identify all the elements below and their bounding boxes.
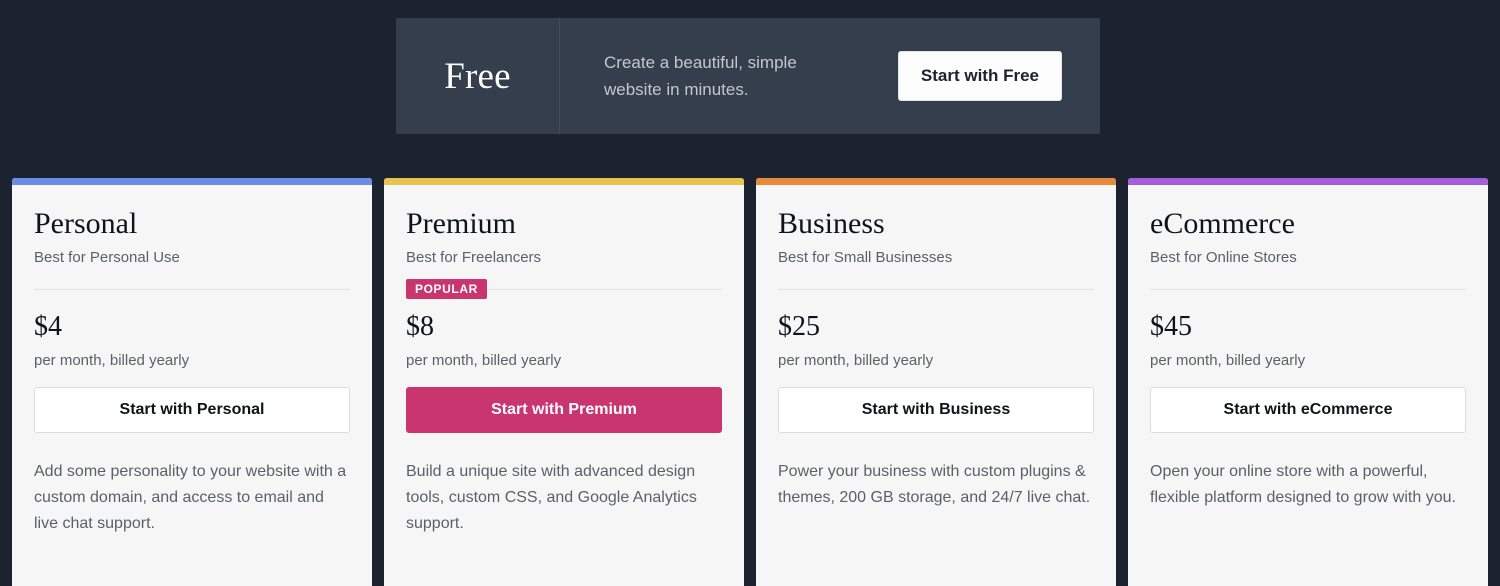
plan-cta-wrap-premium: Start with Premium [384,369,744,433]
plan-billing-ecommerce: per month, billed yearly [1150,351,1306,369]
plan-price-block-personal: $4 per month, billed yearly [12,290,372,369]
plan-name-personal: Personal [34,207,138,240]
plan-name-ecommerce: eCommerce [1150,207,1295,240]
plan-name-business: Business [778,207,885,240]
plan-cta-wrap-business: Start with Business [756,369,1116,433]
plan-accent-bar-personal [12,178,372,185]
free-plan-title-section: Free [396,18,560,134]
plan-cta-wrap-personal: Start with Personal [12,369,372,433]
plan-tagline-personal: Best for Personal Use [34,249,180,266]
plan-price-business: $25 [778,311,820,342]
start-with-ecommerce-button[interactable]: Start with eCommerce [1150,386,1466,433]
plan-header-business: Business Best for Small Businesses [756,185,1116,290]
plan-card-premium[interactable]: Premium Best for Freelancers POPULAR $8 … [384,178,744,586]
plan-header-ecommerce: eCommerce Best for Online Stores [1128,185,1488,290]
plan-header-premium: Premium Best for Freelancers [384,185,744,290]
popular-badge: POPULAR [406,279,487,299]
plan-price-block-ecommerce: $45 per month, billed yearly [1128,290,1488,369]
plan-card-ecommerce[interactable]: eCommerce Best for Online Stores $45 per… [1128,178,1488,586]
plan-price-personal: $4 [34,311,62,342]
free-plan-content-section: Create a beautiful, simple website in mi… [560,18,1100,134]
free-plan-title: Free [444,55,511,97]
plan-card-business[interactable]: Business Best for Small Businesses $25 p… [756,178,1116,586]
plan-accent-bar-premium [384,178,744,185]
plan-header-personal: Personal Best for Personal Use [12,185,372,290]
plan-price-block-business: $25 per month, billed yearly [756,290,1116,369]
plan-divider-personal [34,289,350,290]
plan-accent-bar-ecommerce [1128,178,1488,185]
free-plan-banner: Free Create a beautiful, simple website … [396,18,1100,134]
plan-description-premium: Build a unique site with advanced design… [406,462,697,533]
plan-divider-ecommerce [1150,289,1466,290]
plan-description-business: Power your business with custom plugins … [778,462,1091,507]
plan-accent-bar-business [756,178,1116,185]
plan-description-ecommerce: Open your online store with a powerful, … [1150,462,1456,507]
pricing-page: Free Create a beautiful, simple website … [0,0,1500,586]
plan-description-personal: Add some personality to your website wit… [34,462,347,533]
plan-divider-business [778,289,1094,290]
plan-cta-wrap-ecommerce: Start with eCommerce [1128,369,1488,433]
plan-price-ecommerce: $45 [1150,311,1192,342]
start-with-free-button[interactable]: Start with Free [897,51,1062,101]
free-plan-description: Create a beautiful, simple website in mi… [604,52,797,99]
plan-billing-personal: per month, billed yearly [34,351,190,369]
plan-tagline-business: Best for Small Businesses [778,249,953,266]
start-with-personal-button[interactable]: Start with Personal [34,386,350,433]
start-with-business-button[interactable]: Start with Business [778,386,1094,433]
plan-name-premium: Premium [406,207,516,240]
plan-tagline-premium: Best for Freelancers [406,249,542,266]
plan-billing-business: per month, billed yearly [778,351,934,369]
start-with-premium-button[interactable]: Start with Premium [406,386,722,433]
pricing-plans-row: Personal Best for Personal Use $4 per mo… [12,178,1488,586]
plan-billing-premium: per month, billed yearly [406,351,562,369]
plan-price-premium: $8 [406,311,434,342]
plan-card-personal[interactable]: Personal Best for Personal Use $4 per mo… [12,178,372,586]
plan-price-block-premium: $8 per month, billed yearly [384,290,744,369]
plan-tagline-ecommerce: Best for Online Stores [1150,249,1297,266]
